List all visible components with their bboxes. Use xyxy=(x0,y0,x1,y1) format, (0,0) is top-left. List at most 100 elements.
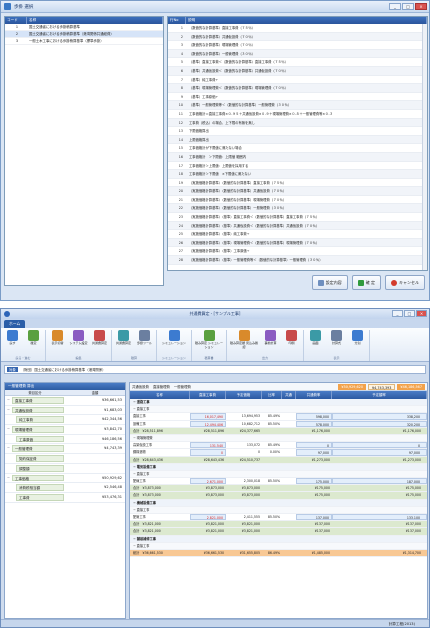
formula-row[interactable]: 9 （基準）工事原価÷ xyxy=(168,93,427,102)
tree-row[interactable]: − 直接工事費 ¥36,661,53 xyxy=(5,396,125,406)
grid-col-header[interactable]: 予定価格 xyxy=(226,391,262,399)
ok-button[interactable]: 確 定 xyxy=(351,275,381,290)
tree-row[interactable]: − 共通仮設費 ¥1,683,03 xyxy=(5,406,125,416)
grid-row[interactable]: 配管工事 2,821,000 2,411,555 85.50% 137,000 133,1… xyxy=(130,514,427,522)
grid-row[interactable]: − 舗装補修工事 xyxy=(130,535,427,543)
tree-row[interactable]: 工事費 ¥53,476,31 xyxy=(5,493,125,503)
filter-2[interactable]: 直接管理費 xyxy=(153,384,170,389)
grid-col-header[interactable]: 予定額率 xyxy=(332,391,427,399)
tree-row[interactable]: 調整額 xyxy=(5,464,125,474)
expand-icon[interactable] xyxy=(5,464,12,473)
grid-row[interactable]: − 電気設備工事 xyxy=(130,463,427,471)
formula-row[interactable]: 28 （実施価格計算基準）（基準）一般管理費等＜（数値的な計算基準）一般管理費（… xyxy=(168,256,427,265)
expand-icon[interactable] xyxy=(5,435,12,444)
ribbon-button[interactable]: 積み算定 シミュレーション xyxy=(194,330,224,356)
formula-row[interactable]: 26 （実施価格計算基準）（基準）現場管理費＜（数値的な計算基準）現場管理費（７… xyxy=(168,238,427,248)
expand-icon[interactable] xyxy=(5,415,12,424)
vertical-scrollbar[interactable] xyxy=(422,24,427,270)
formula-row[interactable]: 5 （基準）直接工事費＜（数値的な計算基準）直接工事費（７５％） xyxy=(168,58,427,67)
formula-row[interactable]: 2 （数値的な計算基準）共通仮設費（７０％） xyxy=(168,32,427,42)
grid-row[interactable]: − 直接工事 xyxy=(130,542,427,550)
grid-cell[interactable]: 187,000 xyxy=(332,478,427,485)
grid-row[interactable]: 合計 ¥3,873,000 ¥3,873,000 ¥3,873,000 ¥175,00… xyxy=(130,485,427,493)
expand-icon[interactable] xyxy=(5,454,12,463)
cancel-button[interactable]: キャンセル xyxy=(385,275,425,290)
app-menu-icon[interactable] xyxy=(4,311,10,317)
grid-row[interactable]: − 機械設備工事 xyxy=(130,499,427,507)
ribbon-button[interactable]: シミュレーション xyxy=(159,330,189,356)
grid-row[interactable]: 設備工事 12,494,406 10,682,712 85.50% 578,000 320… xyxy=(130,420,427,428)
document-name[interactable]: （財団）国土交通省における歩掛積算基準（港湾関係） xyxy=(21,367,106,372)
expand-icon[interactable] xyxy=(5,493,12,502)
grid-cell[interactable]: 12,494,406 xyxy=(190,420,226,427)
grid-cell[interactable]: 131,540 xyxy=(190,442,226,449)
formula-row[interactable]: 3 （数値的な計算基準）現場管理費（７０％） xyxy=(168,41,427,50)
grid-row[interactable]: − 直接工事 xyxy=(130,470,427,479)
ribbon-button[interactable]: システム設定 xyxy=(69,330,88,356)
ribbon-button[interactable]: 計算式 xyxy=(327,330,346,356)
formula-row[interactable]: 10 （基準）一般管理費等＜（数値的な計算基準）一般管理費（３０％） xyxy=(168,101,427,110)
col-header-row-no[interactable]: 行No xyxy=(168,17,186,24)
settings-button[interactable]: 設定内容 xyxy=(311,275,348,290)
close-button[interactable]: × xyxy=(415,3,427,10)
formula-row[interactable]: 21 （実施価格計算基準）（数値的な計算基準）現場管理費（７０％） xyxy=(168,196,427,205)
tree-row[interactable]: 消費税相当額 ¥2,546,48 xyxy=(5,483,125,493)
grid-cell[interactable]: 2,821,000 xyxy=(190,514,226,521)
formula-row[interactable]: 4 （数値的な計算基準）一般管理費（３０％） xyxy=(168,49,427,59)
grid-cell[interactable]: 578,000 xyxy=(296,420,332,427)
ribbon-button[interactable]: 分割 xyxy=(348,330,367,356)
grid-row[interactable]: 高架仮設工事 131,540 133,072 85.49% 0 0 xyxy=(130,442,427,450)
list-item[interactable]: 3 一般土木工事における歩掛積算基準（標準歩掛） xyxy=(5,38,163,45)
ribbon-button[interactable]: 歩掛ツール xyxy=(135,330,154,356)
grid-cell[interactable]: 175,000 xyxy=(296,478,332,485)
grid-row[interactable]: 合計 ¥28,511,896 ¥28,511,896 ¥24,377,665 ¥1,1… xyxy=(130,427,427,435)
grid-cell[interactable]: 338,200 xyxy=(332,413,427,420)
grid-col-header[interactable]: 共通費率 xyxy=(296,391,332,399)
tree-row[interactable]: 純工事費 ¥42,344,56 xyxy=(5,415,125,426)
col-header-code[interactable]: コード xyxy=(5,17,27,24)
formula-row[interactable]: 6 （基準）共通仮設費＜（数値的な計算基準）共通仮設費（７０％） xyxy=(168,66,427,76)
formula-row[interactable]: 20 （実施価格計算基準）（数値的な計算基準）共通仮設費（７０％） xyxy=(168,187,427,196)
tree-row[interactable]: 工事原価 ¥46,186,56 xyxy=(5,435,125,445)
formula-row[interactable]: 24 （実施価格計算基準）（基準）共通仮設費＜（数値的な計算基準）共通仮設費（７… xyxy=(168,221,427,231)
grid-row[interactable]: 合計 ¥3,873,000 ¥3,873,000 ¥3,873,000 ¥175,00… xyxy=(130,492,427,500)
ribbon-button[interactable]: 確定 xyxy=(24,330,43,356)
grid-row[interactable]: 合計 ¥3,821,000 ¥3,821,000 ¥3,821,000 ¥137,00… xyxy=(130,521,427,529)
formula-row[interactable]: 12 工事費（税込）の場合、上下限の有無を無し xyxy=(168,118,427,128)
ribbon-button[interactable]: 戻す xyxy=(3,330,22,356)
tab-home[interactable]: ホーム xyxy=(4,320,26,328)
grid-row[interactable]: 総計 ¥36,661,530 ¥36,661,530 ¥31,655,805 86.4… xyxy=(130,549,427,558)
formula-row[interactable]: 13 下限価格算出 xyxy=(168,127,427,136)
ribbon-button[interactable]: 共通費算定 xyxy=(90,330,109,356)
ribbon-button[interactable]: 表示切替 xyxy=(48,330,67,356)
formula-row[interactable]: 17 工事価格計＞上限値：上限値を採用する xyxy=(168,162,427,171)
grid-cell[interactable]: 133,100 xyxy=(332,514,427,521)
grid-cell[interactable]: 2,671,000 xyxy=(190,478,226,485)
grid-row[interactable]: − 現場管理費 xyxy=(130,434,427,443)
formula-row[interactable]: 16 工事価格計 ＞下限値：上限値 範囲内 xyxy=(168,152,427,162)
formula-row[interactable]: 15 工事価格計が下限値に満たない場合 xyxy=(168,144,427,153)
list-item[interactable]: 2 国土交通省における歩掛積算基準（港湾関係共通経費） xyxy=(5,31,163,38)
grid-cell[interactable]: 97,000 xyxy=(296,449,332,456)
grid-row[interactable]: 直接工事 16,017,490 13,694,953 85.49% 598,000 338… xyxy=(130,413,427,421)
grid-col-header[interactable]: 直接工事費 xyxy=(190,391,226,399)
col-header-description[interactable]: 説明 xyxy=(186,17,427,24)
app-minimize-button[interactable]: _ xyxy=(392,310,403,317)
grid-row[interactable]: 合計 ¥28,643,436 ¥28,643,436 ¥24,510,737 ¥1,2… xyxy=(130,456,427,464)
expand-icon[interactable]: − xyxy=(5,425,12,434)
expand-icon[interactable]: − xyxy=(5,474,12,483)
app-close-button[interactable]: × xyxy=(416,310,427,317)
formula-row[interactable]: 18 工事価格計＞下限値 ×下限値に満たない xyxy=(168,170,427,179)
tree-row[interactable]: − 現場管理費 ¥3,842,70 xyxy=(5,425,125,435)
expand-icon[interactable]: − xyxy=(5,406,12,415)
app-maximize-button[interactable]: □ xyxy=(404,310,415,317)
grid-cell[interactable]: 137,000 xyxy=(296,514,332,521)
grid-cell[interactable]: 598,000 xyxy=(296,413,332,420)
grid-col-header[interactable]: 比率 xyxy=(262,391,282,399)
formula-row[interactable]: 22 （実施価格計算基準）（数値的な計算基準）一般管理費（３０％） xyxy=(168,204,427,214)
formula-row[interactable]: 7 （基準）純工事費÷ xyxy=(168,76,427,85)
formula-row[interactable]: 19 （実施価格計算基準）（数値的な計算基準）直接工事費（７５％） xyxy=(168,179,427,188)
list-item[interactable]: 1 国土交通省における歩掛積算基準 xyxy=(5,24,163,31)
grid-cell[interactable]: 16,017,490 xyxy=(190,413,226,420)
filter-1[interactable]: 共通仮設費 xyxy=(132,384,149,389)
